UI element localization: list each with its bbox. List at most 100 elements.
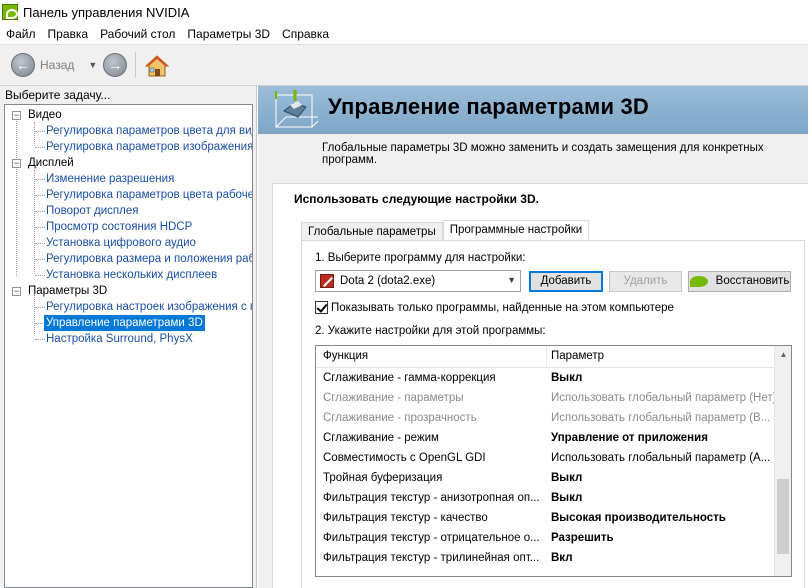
- tree-item-multiple-displays[interactable]: Установка нескольких дисплеев: [46, 267, 217, 283]
- feature-setting[interactable]: Высокая производительность: [551, 508, 726, 528]
- nvidia-logo-icon: [689, 276, 708, 287]
- tree-category-video[interactable]: Видео: [28, 107, 62, 123]
- collapse-display-icon[interactable]: −: [12, 159, 21, 168]
- table-row[interactable]: Тройная буферизация Выкл: [316, 468, 774, 488]
- home-icon[interactable]: [144, 52, 170, 78]
- feature-setting[interactable]: Использовать глобальный параметр (В...: [551, 408, 770, 428]
- feature-setting[interactable]: Управление от приложения: [551, 428, 708, 448]
- table-row[interactable]: Сглаживание - прозрачность Использовать г…: [316, 408, 774, 428]
- column-header-feature[interactable]: Функция: [323, 350, 368, 362]
- show-found-programs-checkbox[interactable]: [315, 301, 328, 314]
- feature-setting[interactable]: Использовать глобальный параметр (А...: [551, 448, 770, 468]
- menu-edit[interactable]: Правка: [42, 27, 95, 41]
- toolbar: ← Назад ▼ →: [0, 44, 808, 86]
- show-found-programs-label[interactable]: Показывать только программы, найденные н…: [331, 302, 674, 314]
- feature-setting[interactable]: Использовать глобальный параметр (Нет): [551, 388, 776, 408]
- feature-name: Сглаживание - гамма-коррекция: [323, 372, 496, 384]
- history-dropdown-icon[interactable]: ▼: [88, 60, 97, 70]
- menu-3d-settings[interactable]: Параметры 3D: [181, 27, 276, 41]
- feature-name: Фильтрация текстур - качество: [323, 512, 488, 524]
- table-row[interactable]: Сглаживание - гамма-коррекция Выкл: [316, 368, 774, 388]
- feature-setting[interactable]: Выкл: [551, 488, 582, 508]
- nvidia-logo-icon: [2, 4, 18, 20]
- back-button-label[interactable]: Назад: [40, 58, 74, 72]
- tree-item-image-settings-preview[interactable]: Регулировка настроек изображения с пр: [46, 299, 252, 315]
- tree-item-manage-3d-settings[interactable]: Управление параметрами 3D: [44, 315, 205, 331]
- title-bar: Панель управления NVIDIA: [0, 0, 808, 24]
- tree-line: [35, 259, 45, 260]
- table-row[interactable]: Совместимость с OpenGL GDI Использовать г…: [316, 448, 774, 468]
- tree-item-surround-physx[interactable]: Настройка Surround, PhysX: [46, 331, 193, 347]
- table-row[interactable]: Сглаживание - режим Управление от приложе…: [316, 428, 774, 448]
- settings-tabs: Глобальные параметры Программные настрой…: [301, 220, 590, 242]
- step2-label: 2. Укажите настройки для этой программы:: [315, 325, 546, 337]
- feature-name: Тройная буферизация: [323, 472, 443, 484]
- tree-line: [35, 339, 45, 340]
- feature-setting[interactable]: Выкл: [551, 468, 582, 488]
- tree-line: [35, 227, 45, 228]
- scroll-up-icon[interactable]: ▲: [775, 346, 791, 363]
- tree-line: [34, 122, 35, 146]
- show-found-programs-row[interactable]: Показывать только программы, найденные н…: [315, 301, 674, 314]
- tree-line: [34, 294, 35, 334]
- table-row[interactable]: Фильтрация текстур - отрицательное о... Р…: [316, 528, 774, 548]
- tree-item-desktop-color[interactable]: Регулировка параметров цвета рабочег: [46, 187, 252, 203]
- page-description: Глобальные параметры 3D можно заменить и…: [322, 142, 764, 166]
- menu-desktop[interactable]: Рабочий стол: [94, 27, 181, 41]
- restore-button[interactable]: Восстановить: [688, 271, 791, 292]
- page-banner: Управление параметрами 3D: [258, 86, 808, 134]
- feature-settings-table: Функция Параметр Сглаживание - гамма-кор…: [315, 345, 792, 577]
- add-program-button[interactable]: Добавить: [529, 271, 603, 292]
- forward-arrow-icon[interactable]: →: [103, 53, 128, 77]
- section-title: Использовать следующие настройки 3D.: [294, 192, 539, 206]
- table-row[interactable]: Фильтрация текстур - качество Высокая про…: [316, 508, 774, 528]
- feature-name: Фильтрация текстур - отрицательное о...: [323, 532, 540, 544]
- tree-line: [35, 243, 45, 244]
- feature-setting[interactable]: Вкл: [551, 548, 573, 568]
- tree-item-resolution[interactable]: Изменение разрешения: [46, 171, 174, 187]
- back-arrow-icon[interactable]: ←: [11, 53, 35, 77]
- table-row[interactable]: Фильтрация текстур - анизотропная оп... В…: [316, 488, 774, 508]
- tree-item-rotate-display[interactable]: Поворот дисплея: [46, 203, 138, 219]
- tree-item-digital-audio[interactable]: Установка цифрового аудио: [46, 235, 196, 251]
- column-header-setting[interactable]: Параметр: [551, 350, 604, 362]
- menu-bar: Файл Правка Рабочий стол Параметры 3D Сп…: [0, 24, 808, 44]
- tree-item-hdcp-status[interactable]: Просмотр состояния HDCP: [46, 219, 192, 235]
- collapse-video-icon[interactable]: −: [12, 111, 21, 120]
- table-row[interactable]: Фильтрация текстур - трилинейная опт... В…: [316, 548, 774, 568]
- task-tree: − Видео Регулировка параметров цвета для…: [4, 104, 253, 588]
- feature-name: Фильтрация текстур - анизотропная оп...: [323, 492, 540, 504]
- tree-item-video-image[interactable]: Регулировка параметров изображения д: [46, 139, 252, 155]
- window-title: Панель управления NVIDIA: [23, 4, 190, 20]
- tree-item-video-color[interactable]: Регулировка параметров цвета для вид: [46, 123, 252, 139]
- chevron-down-icon[interactable]: ▼: [507, 275, 516, 285]
- tree-line: [35, 275, 45, 276]
- feature-name: Сглаживание - прозрачность: [323, 412, 477, 424]
- tree-line: [35, 179, 45, 180]
- program-select[interactable]: Dota 2 (dota2.exe) ▼: [315, 270, 521, 292]
- feature-setting[interactable]: Разрешить: [551, 528, 614, 548]
- tree-item-desktop-size[interactable]: Регулировка размера и положения рабо: [46, 251, 252, 267]
- program-select-value: Dota 2 (dota2.exe): [340, 275, 436, 287]
- feature-setting[interactable]: Выкл: [551, 368, 582, 388]
- tree-line: [35, 147, 45, 148]
- feature-name: Фильтрация текстур - трилинейная опт...: [323, 552, 540, 564]
- tab-global-settings[interactable]: Глобальные параметры: [301, 222, 443, 242]
- tree-category-3d[interactable]: Параметры 3D: [28, 283, 107, 299]
- menu-help[interactable]: Справка: [276, 27, 335, 41]
- tab-program-settings[interactable]: Программные настройки: [442, 220, 590, 242]
- tree-category-display[interactable]: Дисплей: [28, 155, 74, 171]
- table-scrollbar[interactable]: ▲: [774, 346, 791, 576]
- scroll-thumb[interactable]: [777, 479, 789, 554]
- step1-label: 1. Выберите программу для настройки:: [315, 252, 526, 264]
- collapse-3d-icon[interactable]: −: [12, 287, 21, 296]
- table-row[interactable]: Сглаживание - параметры Использовать глоб…: [316, 388, 776, 408]
- tree-line: [35, 195, 45, 196]
- feature-name: Совместимость с OpenGL GDI: [323, 452, 486, 464]
- delete-program-button[interactable]: Удалить: [609, 271, 682, 292]
- 3d-settings-icon: [275, 90, 319, 128]
- column-divider: [546, 346, 547, 368]
- settings-frame: Использовать следующие настройки 3D. Гло…: [272, 183, 808, 588]
- restore-button-label: Восстановить: [715, 275, 790, 287]
- menu-file[interactable]: Файл: [0, 27, 42, 41]
